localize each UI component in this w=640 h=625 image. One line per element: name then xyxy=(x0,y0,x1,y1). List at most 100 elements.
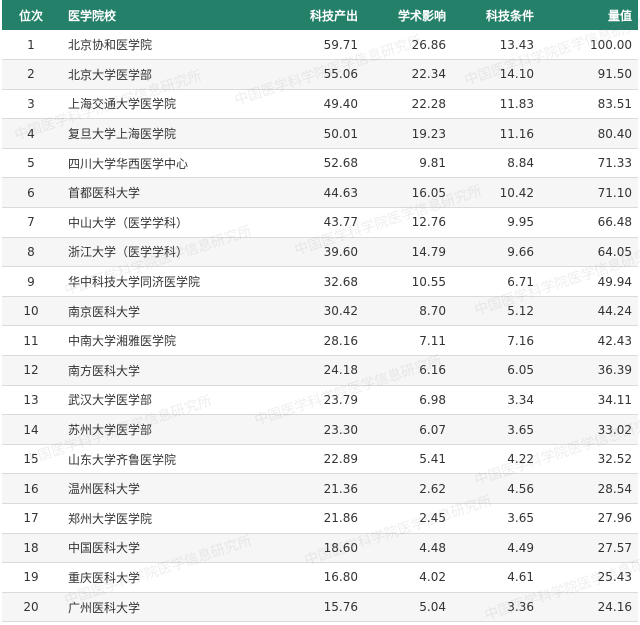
cell-output: 23.30 xyxy=(323,422,358,437)
cell-score: 100.00 xyxy=(590,37,632,52)
cell-output: 44.63 xyxy=(323,185,358,200)
cell-school: 北京协和医学院 xyxy=(68,38,153,53)
cell-score: 28.54 xyxy=(597,481,632,496)
ranking-table: 位次 医学院校 科技产出 学术影响 科技条件 量值 1 北京协和医学院 59.71 2… xyxy=(2,0,638,622)
cell-score: 42.43 xyxy=(597,333,632,348)
cell-conditions: 4.22 xyxy=(507,452,534,467)
cell-output: 59.71 xyxy=(323,37,358,52)
cell-rank: 8 xyxy=(27,244,35,259)
cell-conditions: 7.16 xyxy=(507,333,534,348)
cell-output: 23.79 xyxy=(323,392,358,407)
table-row: 2 北京大学医学部 55.06 22.34 14.10 91.50 xyxy=(2,59,638,90)
cell-school: 山东大学齐鲁医学院 xyxy=(68,452,177,467)
cell-conditions: 6.05 xyxy=(507,363,534,378)
cell-output: 32.68 xyxy=(323,274,358,289)
cell-score: 66.48 xyxy=(597,215,632,230)
cell-influence: 6.98 xyxy=(419,392,446,407)
cell-school: 华中科技大学同济医学院 xyxy=(68,275,201,290)
cell-rank: 11 xyxy=(23,333,39,348)
cell-school: 郑州大学医学院 xyxy=(68,511,153,526)
cell-influence: 5.04 xyxy=(419,600,446,615)
cell-influence: 8.70 xyxy=(419,304,446,319)
table-row: 17 郑州大学医学院 21.86 2.45 3.65 27.96 xyxy=(2,504,638,534)
cell-influence: 5.41 xyxy=(419,452,446,467)
cell-score: 33.02 xyxy=(597,422,632,437)
cell-conditions: 9.95 xyxy=(507,215,534,230)
cell-score: 44.24 xyxy=(597,304,632,319)
cell-influence: 9.81 xyxy=(419,156,446,171)
cell-rank: 1 xyxy=(27,37,35,52)
ranking-table-container: 位次 医学院校 科技产出 学术影响 科技条件 量值 1 北京协和医学院 59.71 2… xyxy=(0,0,640,624)
cell-rank: 15 xyxy=(23,452,39,467)
table-row: 5 四川大学华西医学中心 52.68 9.81 8.84 71.33 xyxy=(2,148,638,178)
cell-score: 80.40 xyxy=(597,126,632,141)
cell-school: 武汉大学医学部 xyxy=(68,393,153,408)
table-row: 20 广州医科大学 15.76 5.04 3.36 24.16 xyxy=(2,592,638,622)
cell-rank: 12 xyxy=(23,363,39,378)
cell-influence: 4.48 xyxy=(419,540,446,555)
cell-influence: 19.23 xyxy=(411,126,446,141)
cell-output: 52.68 xyxy=(323,156,358,171)
cell-conditions: 4.56 xyxy=(507,481,534,496)
cell-school: 复旦大学上海医学院 xyxy=(68,127,177,142)
table-row: 1 北京协和医学院 59.71 26.86 13.43 100.00 xyxy=(2,30,638,60)
table-row: 8 浙江大学（医学学科） 39.60 14.79 9.66 64.05 xyxy=(2,237,638,267)
table-row: 3 上海交通大学医学院 49.40 22.28 11.83 83.51 xyxy=(2,89,638,119)
cell-score: 25.43 xyxy=(597,570,632,585)
cell-rank: 5 xyxy=(27,156,35,171)
header-rank: 位次 xyxy=(18,8,43,23)
cell-conditions: 11.83 xyxy=(499,96,534,111)
cell-influence: 12.76 xyxy=(411,215,446,230)
cell-school: 中山大学（医学学科） xyxy=(68,215,189,230)
cell-influence: 22.28 xyxy=(411,96,446,111)
cell-score: 27.96 xyxy=(597,511,632,526)
cell-output: 49.40 xyxy=(323,96,358,111)
cell-influence: 22.34 xyxy=(411,67,446,82)
cell-output: 18.60 xyxy=(323,540,358,555)
cell-output: 16.80 xyxy=(323,570,358,585)
cell-conditions: 8.84 xyxy=(507,156,534,171)
header-score: 量值 xyxy=(607,8,632,23)
cell-conditions: 3.65 xyxy=(507,511,534,526)
cell-score: 64.05 xyxy=(597,244,632,259)
cell-rank: 2 xyxy=(27,67,35,82)
cell-influence: 26.86 xyxy=(411,37,446,52)
header-influence: 学术影响 xyxy=(397,8,446,23)
cell-score: 71.33 xyxy=(597,156,632,171)
cell-output: 15.76 xyxy=(323,600,358,615)
table-row: 6 首都医科大学 44.63 16.05 10.42 71.10 xyxy=(2,177,638,208)
cell-rank: 3 xyxy=(27,96,35,111)
table-header-row: 位次 医学院校 科技产出 学术影响 科技条件 量值 xyxy=(2,0,638,30)
table-row: 13 武汉大学医学部 23.79 6.98 3.34 34.11 xyxy=(2,385,638,415)
cell-influence: 6.07 xyxy=(419,422,446,437)
table-row: 12 南方医科大学 24.18 6.16 6.05 36.39 xyxy=(2,355,638,386)
cell-school: 南方医科大学 xyxy=(68,363,141,378)
cell-output: 55.06 xyxy=(323,67,358,82)
cell-output: 22.89 xyxy=(323,452,358,467)
cell-influence: 2.45 xyxy=(419,511,446,526)
cell-rank: 10 xyxy=(23,304,39,319)
cell-conditions: 3.34 xyxy=(507,392,534,407)
cell-influence: 4.02 xyxy=(419,570,446,585)
cell-influence: 10.55 xyxy=(411,274,446,289)
table-row: 11 中南大学湘雅医学院 28.16 7.11 7.16 42.43 xyxy=(2,326,638,356)
cell-school: 广州医科大学 xyxy=(68,600,141,615)
cell-score: 83.51 xyxy=(597,96,632,111)
cell-school: 中南大学湘雅医学院 xyxy=(68,334,177,349)
cell-output: 24.18 xyxy=(323,363,358,378)
cell-conditions: 3.36 xyxy=(507,600,534,615)
cell-conditions: 5.12 xyxy=(507,304,534,319)
cell-rank: 13 xyxy=(23,392,39,407)
cell-rank: 6 xyxy=(27,185,35,200)
cell-score: 91.50 xyxy=(597,67,632,82)
header-conditions: 科技条件 xyxy=(485,8,534,23)
table-row: 7 中山大学（医学学科） 43.77 12.76 9.95 66.48 xyxy=(2,208,638,238)
cell-conditions: 14.10 xyxy=(499,67,534,82)
cell-output: 43.77 xyxy=(323,215,358,230)
table-row: 19 重庆医科大学 16.80 4.02 4.61 25.43 xyxy=(2,563,638,593)
header-output: 科技产出 xyxy=(309,8,358,23)
cell-conditions: 10.42 xyxy=(499,185,534,200)
table-row: 15 山东大学齐鲁医学院 22.89 5.41 4.22 32.52 xyxy=(2,444,638,474)
header-school: 医学院校 xyxy=(68,8,117,23)
cell-school: 重庆医科大学 xyxy=(68,570,141,585)
